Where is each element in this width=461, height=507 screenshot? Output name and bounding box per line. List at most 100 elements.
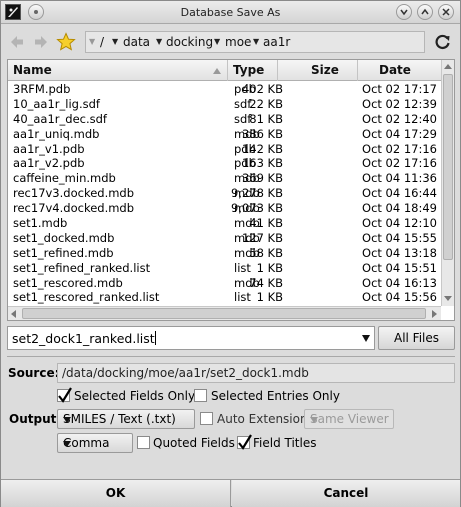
file-name-cell: set1_refined_ranked.list xyxy=(13,260,151,275)
filename-input[interactable]: set2_dock1_ranked.list xyxy=(7,326,375,350)
path-history-icon[interactable]: ▼ xyxy=(89,37,95,46)
file-row[interactable]: 40_aa1r_dec.sdf sdf 81 KB Oct 02 12:40 xyxy=(8,112,441,127)
chevron-down-icon xyxy=(63,441,71,447)
file-row[interactable]: rec17v3.docked.mdb mdb 9,278 KB Oct 04 16:4… xyxy=(8,186,441,201)
file-size-cell: 58 KB xyxy=(249,245,283,260)
file-size-cell: 41 KB xyxy=(249,216,283,231)
file-row[interactable]: 10_aa1r_lig.sdf sdf 22 KB Oct 02 12:39 xyxy=(8,97,441,112)
selected-fields-only-checkbox[interactable] xyxy=(57,387,72,403)
dialog-button-bar: OK Cancel xyxy=(1,479,460,507)
vertical-scroll-thumb[interactable] xyxy=(443,74,453,260)
file-name-cell: set1_rescored_ranked.list xyxy=(13,290,160,305)
crumb-data[interactable]: data xyxy=(123,35,150,49)
text-cursor xyxy=(154,331,156,345)
scroll-up-icon[interactable] xyxy=(444,64,452,69)
file-row[interactable]: aa1r_uniq.mdb mdb 386 KB Oct 04 17:29 xyxy=(8,127,441,142)
output-label: Output: xyxy=(9,412,62,426)
crumb-aa1r[interactable]: aa1r xyxy=(263,35,290,49)
scroll-down-icon[interactable] xyxy=(444,296,452,301)
maximize-icon[interactable] xyxy=(417,4,433,20)
scroll-right-icon[interactable] xyxy=(432,310,437,318)
scroll-left-icon[interactable] xyxy=(11,310,16,318)
favorites-star-icon[interactable] xyxy=(56,32,76,52)
file-size-cell: 74 KB xyxy=(249,275,283,290)
viewer-select: Same Viewer xyxy=(304,409,394,429)
file-row[interactable]: set1_rescored_ranked.list list 1 KB Oct 04 … xyxy=(8,290,441,305)
file-size-cell: 127 KB xyxy=(241,230,283,245)
file-name-cell: set1.mdb xyxy=(13,216,68,231)
column-header-size[interactable]: Size xyxy=(278,60,358,81)
file-filter-button[interactable]: All Files xyxy=(378,326,455,350)
file-row[interactable]: caffeine_min.mdb mdb 369 KB Oct 04 11:36 xyxy=(8,171,441,186)
chevron-down-icon xyxy=(63,417,71,423)
file-size-cell: 22 KB xyxy=(249,96,283,111)
ok-button[interactable]: OK xyxy=(1,480,231,507)
path-root[interactable]: / xyxy=(100,35,104,49)
separator xyxy=(7,356,455,357)
column-date-label: Date xyxy=(379,63,411,77)
file-row[interactable]: rec17v4.docked.mdb mdb 9,073 KB Oct 04 18:4… xyxy=(8,201,441,216)
filename-value: set2_dock1_ranked.list xyxy=(12,331,155,346)
file-row[interactable]: aa1r_v2.pdb pdb 163 KB Oct 02 17:16 xyxy=(8,156,441,171)
file-name-cell: 10_aa1r_lig.sdf xyxy=(13,96,100,111)
source-path-value: /data/docking/moe/aa1r/set2_dock1.mdb xyxy=(62,366,309,380)
file-date-cell: Oct 04 12:10 xyxy=(362,216,437,231)
file-date-cell: Oct 02 12:40 xyxy=(362,111,437,126)
file-row[interactable]: set1_docked.mdb mdb 127 KB Oct 04 15:55 xyxy=(8,231,441,246)
file-date-cell: Oct 04 17:29 xyxy=(362,126,437,141)
filename-dropdown-icon[interactable] xyxy=(362,335,370,342)
crumb-moe[interactable]: moe xyxy=(225,35,251,49)
file-row[interactable]: aa1r_v1.pdb pdb 142 KB Oct 02 17:16 xyxy=(8,142,441,157)
column-header-date[interactable]: Date xyxy=(358,60,441,81)
output-format-select[interactable]: SMILES / Text (.txt) xyxy=(57,409,195,429)
file-type-cell: list xyxy=(234,290,251,305)
file-size-cell: 163 KB xyxy=(241,156,283,171)
horizontal-scrollbar[interactable] xyxy=(8,306,441,320)
file-date-cell: Oct 02 12:39 xyxy=(362,96,437,111)
viewer-value: Same Viewer xyxy=(310,412,389,426)
vertical-scrollbar[interactable] xyxy=(441,60,454,306)
auto-extension-label: Auto Extension xyxy=(217,412,308,426)
file-name-cell: rec17v4.docked.mdb xyxy=(13,201,135,216)
crumb-dropdown-icon[interactable]: ▼ xyxy=(112,37,118,46)
cancel-button[interactable]: Cancel xyxy=(232,480,460,507)
file-row[interactable]: set1_refined_ranked.list list 1 KB Oct 04 1… xyxy=(8,261,441,276)
save-dialog: Database Save As ▼ / ▼ data ▼ docking ▼ xyxy=(0,0,461,507)
file-name-cell: set1_rescored.mdb xyxy=(13,275,123,290)
file-size-cell: 9,278 KB xyxy=(230,186,283,201)
file-row[interactable]: set1_refined.mdb mdb 58 KB Oct 04 13:18 xyxy=(8,246,441,261)
file-date-cell: Oct 04 16:44 xyxy=(362,186,437,201)
file-row[interactable]: set1_rescored.mdb mdb 74 KB Oct 04 16:13 xyxy=(8,276,441,291)
selected-entries-only-checkbox[interactable] xyxy=(194,389,207,402)
file-row[interactable]: set1.mdb mdb 41 KB Oct 04 12:10 xyxy=(8,216,441,231)
file-list[interactable]: Name Type Size Date 3RFM.pdb pdb 402 KB Oct… xyxy=(7,59,455,321)
separator-select[interactable]: Comma xyxy=(57,433,133,453)
file-size-cell: 9,073 KB xyxy=(230,201,283,216)
crumb-docking[interactable]: docking xyxy=(166,35,213,49)
column-header-type[interactable]: Type xyxy=(228,60,278,81)
file-name-cell: aa1r_v1.pdb xyxy=(13,141,85,156)
forward-arrow-icon[interactable] xyxy=(31,32,51,52)
file-name-cell: aa1r_v2.pdb xyxy=(13,156,85,171)
file-date-cell: Oct 02 17:17 xyxy=(362,82,437,96)
refresh-icon[interactable] xyxy=(433,32,453,52)
quoted-fields-label: Quoted Fields xyxy=(153,436,235,450)
file-size-cell: 369 KB xyxy=(241,171,283,186)
crumb-dropdown-icon[interactable]: ▼ xyxy=(156,37,162,46)
close-icon[interactable] xyxy=(438,4,454,20)
auto-extension-checkbox[interactable] xyxy=(200,412,213,425)
minimize-icon[interactable] xyxy=(396,4,412,20)
file-row[interactable]: 3RFM.pdb pdb 402 KB Oct 02 17:17 xyxy=(8,82,441,97)
horizontal-scroll-thumb[interactable] xyxy=(22,308,426,319)
file-size-cell: 402 KB xyxy=(241,82,283,96)
quoted-fields-checkbox[interactable] xyxy=(137,436,150,449)
file-name-cell: caffeine_min.mdb xyxy=(13,171,116,186)
column-header-name[interactable]: Name xyxy=(8,60,228,81)
file-date-cell: Oct 02 17:16 xyxy=(362,141,437,156)
crumb-dropdown-icon[interactable]: ▼ xyxy=(253,37,259,46)
field-titles-checkbox[interactable] xyxy=(237,434,252,450)
crumb-dropdown-icon[interactable]: ▼ xyxy=(214,37,220,46)
column-type-label: Type xyxy=(233,63,265,77)
path-bar[interactable]: ▼ / ▼ data ▼ docking ▼ moe ▼ aa1r xyxy=(85,31,425,53)
back-arrow-icon[interactable] xyxy=(7,32,27,52)
